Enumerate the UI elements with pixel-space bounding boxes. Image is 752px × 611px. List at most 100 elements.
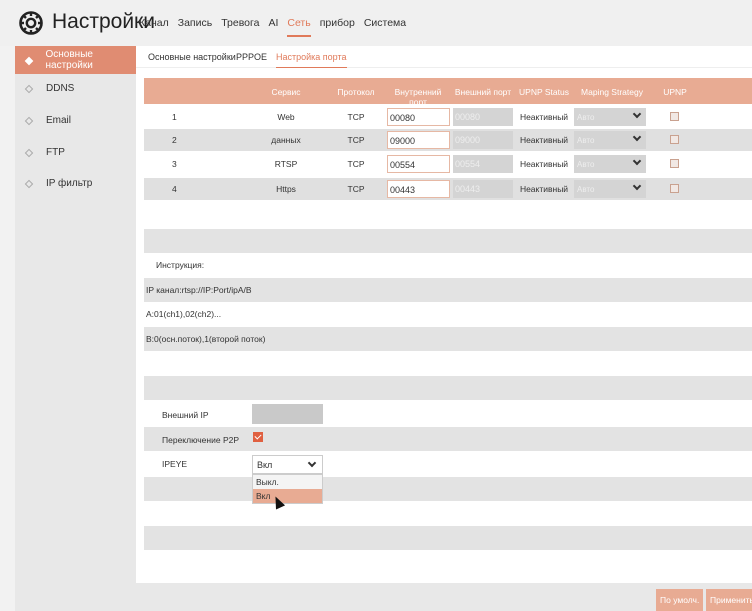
tab-basic-settings[interactable]: Основные настройки (148, 52, 236, 62)
upnp-checkbox[interactable] (670, 112, 679, 121)
upnp-status: Неактивный (519, 159, 569, 169)
maping-strategy-select: Авто (574, 131, 646, 149)
sidebar: Основные настройки DDNS Email FTP IP фил… (15, 46, 136, 611)
tab-bar: Основные настройки PPPOE Настройка порта (136, 46, 752, 68)
col-protocol: Протокол (337, 87, 375, 97)
upnp-status: Неактивный (519, 112, 569, 122)
spacer-band (144, 376, 752, 400)
sidebar-item-ftp[interactable]: FTP (15, 138, 136, 166)
col-internal-port: Внутренний порт (394, 87, 442, 107)
select-value: Авто (577, 136, 595, 145)
sidebar-item-ip-filter[interactable]: IP фильтр (15, 169, 136, 197)
table-row: 2 данных TCP 09000 09000 Неактивный Авто (144, 129, 752, 151)
instruction-line: A:01(ch1),02(ch2)... (144, 302, 752, 326)
sidebar-item-email[interactable]: Email (15, 106, 136, 134)
sidebar-item-label: FTP (46, 146, 65, 158)
row-protocol: TCP (347, 135, 365, 145)
sidebar-item-label: IP фильтр (46, 177, 93, 189)
col-maping-strategy: Maping Strategy (581, 87, 643, 97)
external-port-input: 00443 (453, 180, 513, 198)
instruction-text: IP канал:rtsp://IP:Port/ipA/B (146, 285, 252, 295)
row-number: 4 (172, 184, 177, 194)
row-service: Web (277, 112, 295, 122)
sidebar-item-label: Email (46, 114, 72, 126)
select-value: Авто (577, 160, 595, 169)
tab-pppoe[interactable]: PPPOE (236, 52, 267, 62)
row-service: RTSP (274, 159, 298, 169)
menu-system[interactable]: Система (364, 17, 406, 37)
row-number: 3 (172, 159, 177, 169)
external-port-input: 09000 (453, 131, 513, 149)
ipeye-label: IPEYE (162, 459, 188, 469)
upnp-status: Неактивный (519, 135, 569, 145)
instruction-line: IP канал:rtsp://IP:Port/ipA/B (144, 278, 752, 302)
upnp-status: Неактивный (519, 184, 569, 194)
select-value: Вкл (257, 460, 273, 470)
settings-gear-icon (19, 11, 43, 35)
maping-strategy-select: Авто (574, 108, 646, 126)
col-service: Сервис (271, 87, 301, 97)
maping-strategy-select: Авто (574, 155, 646, 173)
select-value: Авто (577, 185, 595, 194)
sidebar-item-label: Основные настройки (45, 49, 93, 71)
internal-port-input[interactable]: 00443 (387, 180, 450, 198)
row-number: 2 (172, 135, 177, 145)
external-ip-label: Внешний IP (162, 410, 209, 420)
instruction-line: B:0(осн.поток),1(второй поток) (144, 327, 752, 351)
diamond-icon (25, 149, 32, 156)
sidebar-item-basic-settings[interactable]: Основные настройки (15, 46, 136, 74)
chevron-down-icon (307, 458, 317, 468)
tab-port-settings[interactable]: Настройка порта (276, 52, 347, 68)
spacer-band (144, 477, 752, 501)
menu-channel[interactable]: Канал (139, 17, 169, 37)
row-service: Https (276, 184, 296, 194)
external-ip-field[interactable] (252, 404, 323, 424)
top-header: Настройки Канал Запись Тревога AI Сеть п… (0, 0, 752, 46)
sidebar-item-ddns[interactable]: DDNS (15, 74, 136, 102)
instruction-title: Инструкция: (156, 260, 205, 270)
footer-bar: По умолч. Применить (136, 583, 752, 611)
menu-ai[interactable]: AI (268, 17, 278, 37)
external-port-input: 00554 (453, 155, 513, 173)
row-protocol: TCP (347, 159, 365, 169)
diamond-icon (25, 180, 32, 187)
diamond-icon (25, 85, 32, 92)
internal-port-input[interactable]: 09000 (387, 131, 450, 149)
col-upnp: UPNP (663, 87, 687, 97)
menu-device[interactable]: прибор (320, 17, 355, 37)
menu-network[interactable]: Сеть (287, 17, 311, 37)
spacer-band (144, 229, 752, 253)
chevron-down-icon (632, 181, 642, 191)
table-header: Сервис Протокол Внутренний порт Внешний … (144, 78, 752, 107)
upnp-checkbox[interactable] (670, 184, 679, 193)
col-upnp-status: UPNP Status (519, 87, 569, 97)
row-service: данных (271, 135, 301, 145)
row-protocol: TCP (347, 184, 365, 194)
internal-port-input[interactable]: 00080 (387, 108, 450, 126)
col-external-port: Внешний порт (454, 87, 512, 97)
select-value: Авто (577, 113, 595, 122)
ipeye-select[interactable]: Вкл (252, 455, 323, 474)
apply-button[interactable]: Применить (706, 589, 752, 611)
p2p-checkbox[interactable] (253, 432, 263, 442)
main-panel: Основные настройки PPPOE Настройка порта… (136, 46, 752, 611)
chevron-down-icon (632, 156, 642, 166)
menu-record[interactable]: Запись (178, 17, 212, 37)
top-menu: Канал Запись Тревога AI Сеть прибор Сист… (139, 17, 415, 37)
upnp-checkbox[interactable] (670, 159, 679, 168)
dropdown-option-off[interactable]: Выкл. (253, 475, 322, 489)
spacer-band (144, 526, 752, 550)
internal-port-input[interactable]: 00554 (387, 155, 450, 173)
row-number: 1 (172, 112, 177, 122)
ipeye-dropdown: Выкл. Вкл (252, 474, 323, 504)
instruction-title-row: Инструкция: (144, 253, 752, 277)
dropdown-option-on[interactable]: Вкл (253, 489, 322, 503)
diamond-icon (25, 57, 32, 64)
instruction-text: B:0(осн.поток),1(второй поток) (146, 334, 266, 344)
menu-alarm[interactable]: Тревога (221, 17, 259, 37)
default-button[interactable]: По умолч. (656, 589, 704, 611)
upnp-checkbox[interactable] (670, 135, 679, 144)
table-row: 3 RTSP TCP 00554 00554 Неактивный Авто (144, 153, 752, 175)
table-row: 1 Web TCP 00080 00080 Неактивный Авто (144, 106, 752, 128)
maping-strategy-select: Авто (574, 180, 646, 198)
